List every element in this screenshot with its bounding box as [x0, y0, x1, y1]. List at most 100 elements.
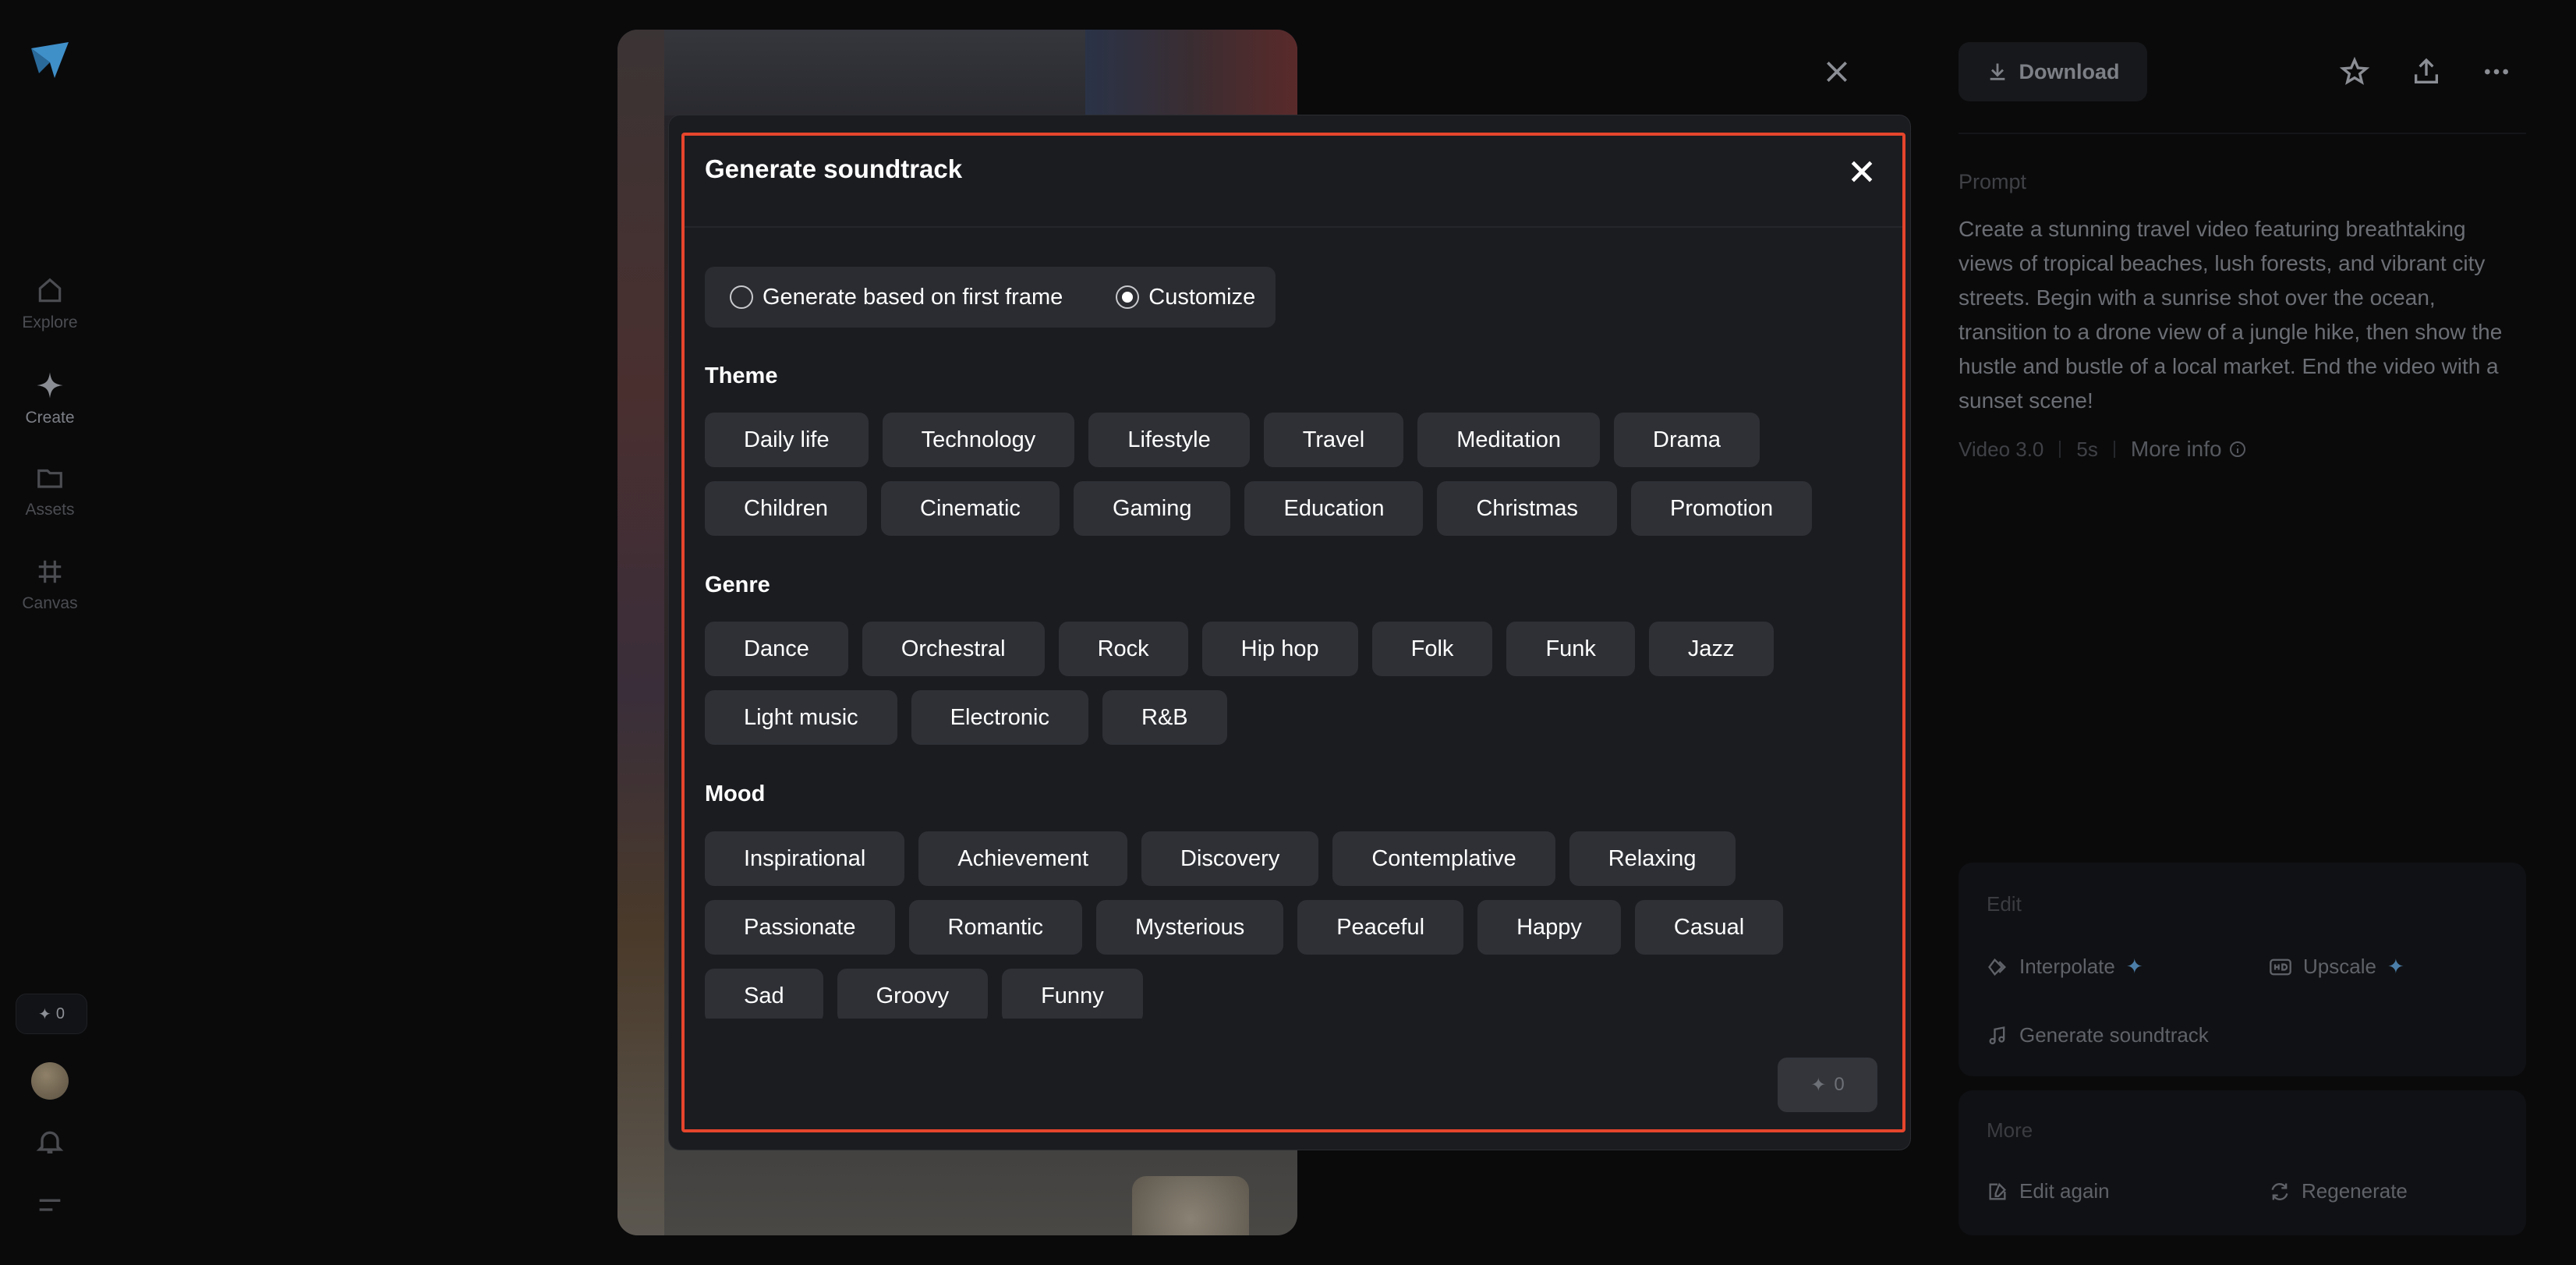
radio-label: Generate based on first frame [763, 284, 1063, 310]
mood-chips-row: Passionate Romantic Mysterious Peaceful Happ… [705, 900, 1784, 955]
info-icon [2229, 441, 2245, 457]
theme-chips-row: Daily life Technology Lifestyle Travel Medit… [705, 413, 1760, 467]
genre-chips-row: Dance Orchestral Rock Hip hop Folk Funk Jazz [705, 622, 1774, 676]
option-chip[interactable]: Jazz [1648, 622, 1774, 676]
option-chip[interactable]: Drama [1614, 413, 1760, 467]
edit-again-button[interactable]: Edit again [1987, 1179, 2110, 1203]
radio-circle [730, 285, 753, 309]
option-chip[interactable]: Dance [705, 622, 848, 676]
sidebar-item-create[interactable]: Create [0, 370, 100, 427]
option-chip[interactable]: Light music [705, 690, 897, 745]
more-info-link[interactable]: More info [2131, 437, 2247, 462]
option-chip[interactable]: Funny [1002, 969, 1143, 1019]
divider [2113, 441, 2115, 458]
radio-circle-selected [1116, 285, 1140, 309]
option-chip[interactable]: Electronic [911, 690, 1088, 745]
divider [685, 226, 1902, 228]
option-chip[interactable]: Meditation [1417, 413, 1601, 467]
more-options-icon[interactable] [2481, 56, 2512, 87]
theme-title: Theme [705, 363, 778, 388]
duration-label: 5s [2076, 437, 2098, 461]
divider [1959, 133, 2526, 134]
option-chip[interactable]: Rock [1058, 622, 1188, 676]
upscale-label: Upscale [2303, 955, 2376, 978]
theme-chips-row: Children Cinematic Gaming Education Christma… [705, 481, 1813, 536]
video-street-left [617, 30, 664, 1235]
option-chip[interactable]: Funk [1506, 622, 1635, 676]
regenerate-button[interactable]: Regenerate [2269, 1179, 2408, 1203]
model-label: Video 3.0 [1959, 437, 2044, 461]
more-card: More Edit again Regenerate [1959, 1090, 2526, 1235]
download-button[interactable]: Download [1959, 42, 2147, 101]
app-logo-icon[interactable] [28, 39, 72, 83]
star-icon[interactable] [2339, 56, 2370, 87]
generate-cost: 0 [1834, 1074, 1845, 1095]
video-food-bowl [1132, 1176, 1249, 1235]
option-chip[interactable]: Inspirational [705, 831, 905, 886]
option-chip[interactable]: Relaxing [1569, 831, 1736, 886]
option-chip[interactable]: Discovery [1141, 831, 1319, 886]
radio-label: Customize [1148, 284, 1256, 310]
sidebar-item-explore[interactable]: Explore [0, 276, 100, 332]
radio-customize[interactable]: Customize [1116, 285, 1255, 310]
genre-title: Genre [705, 572, 770, 597]
bell-icon[interactable] [34, 1126, 65, 1157]
option-chip[interactable]: Groovy [837, 969, 989, 1019]
sidebar-item-label: Assets [25, 501, 75, 519]
menu-icon[interactable] [34, 1190, 65, 1221]
more-title: More [1987, 1118, 2033, 1142]
share-icon[interactable] [2411, 56, 2442, 87]
option-chip[interactable]: Hip hop [1201, 622, 1358, 676]
sidebar-item-label: Explore [22, 314, 78, 331]
option-chip[interactable]: Sad [705, 969, 823, 1019]
option-chip[interactable]: Happy [1477, 900, 1621, 955]
more-info-label: More info [2130, 437, 2222, 461]
sidebar-item-label: Canvas [22, 594, 78, 612]
option-chip[interactable]: Travel [1263, 413, 1404, 467]
option-chip[interactable]: Promotion [1631, 481, 1813, 536]
option-chip[interactable]: Folk [1371, 622, 1493, 676]
interpolate-label: Interpolate [2019, 955, 2115, 978]
upscale-button[interactable]: Upscale ✦ [2269, 955, 2404, 979]
option-chip[interactable]: Achievement [918, 831, 1128, 886]
option-chip[interactable]: Passionate [705, 900, 895, 955]
option-chip[interactable]: Contemplative [1332, 831, 1555, 886]
option-chip[interactable]: Romantic [908, 900, 1082, 955]
download-label: Download [2019, 59, 2120, 83]
option-chip[interactable]: Daily life [705, 413, 869, 467]
close-icon[interactable] [1821, 56, 1852, 87]
option-chip[interactable]: R&B [1102, 690, 1227, 745]
details-panel: Download Prompt Create a stunning travel… [1959, 0, 2526, 1265]
download-icon [1990, 63, 2005, 80]
option-chip[interactable]: Children [705, 481, 867, 536]
option-chip[interactable]: Mysterious [1096, 900, 1284, 955]
option-chip[interactable]: Gaming [1073, 481, 1231, 536]
option-chip[interactable]: Orchestral [862, 622, 1045, 676]
sidebar-item-assets[interactable]: Assets [0, 463, 100, 519]
regenerate-label: Regenerate [2302, 1179, 2408, 1203]
interpolate-icon [1988, 958, 2006, 976]
mood-chips-row: Inspirational Achievement Discovery Contemp… [705, 831, 1736, 886]
sparkle-icon: ✦ [1810, 1074, 1827, 1096]
generate-soundtrack-button[interactable]: Generate soundtrack [1987, 1023, 2209, 1047]
credits-badge[interactable]: ✦ 0 [16, 994, 87, 1034]
radio-first-frame[interactable]: Generate based on first frame [730, 285, 1063, 310]
option-chip[interactable]: Education [1244, 481, 1424, 536]
interpolate-button[interactable]: Interpolate ✦ [1987, 955, 2143, 979]
refresh-icon [2271, 1182, 2288, 1200]
option-chip[interactable]: Lifestyle [1088, 413, 1250, 467]
hd-icon [2270, 958, 2291, 975]
prompt-text: Create a stunning travel video featuring… [1959, 217, 2503, 413]
option-chip[interactable]: Casual [1634, 900, 1784, 955]
option-chip[interactable]: Peaceful [1297, 900, 1464, 955]
mode-switch: Generate based on first frame Customize [705, 267, 1276, 328]
folder-icon [37, 469, 62, 488]
option-chip[interactable]: Technology [882, 413, 1075, 467]
generate-button[interactable]: ✦ 0 [1778, 1058, 1877, 1112]
option-chip[interactable]: Christmas [1437, 481, 1617, 536]
close-icon[interactable] [1846, 156, 1877, 187]
avatar[interactable] [31, 1062, 69, 1100]
option-chip[interactable]: Cinematic [881, 481, 1060, 536]
mood-title: Mood [705, 781, 766, 806]
sidebar-item-canvas[interactable]: Canvas [0, 557, 100, 613]
